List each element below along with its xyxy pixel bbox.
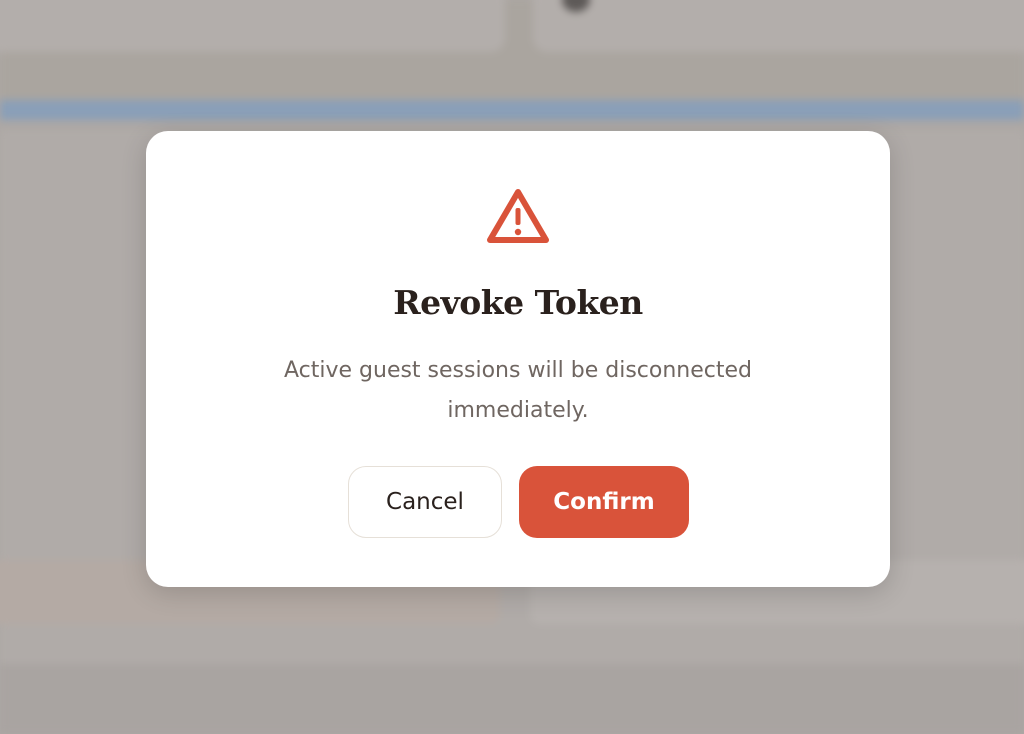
background-footer — [0, 664, 1024, 734]
background-card — [0, 0, 505, 52]
warning-icon — [487, 189, 549, 243]
cancel-button[interactable]: Cancel — [348, 466, 502, 538]
confirm-button[interactable]: Confirm — [519, 466, 689, 538]
screen: Revoke Token Active guest sessions will … — [0, 0, 1024, 734]
dialog-message: Active guest sessions will be disconnect… — [283, 358, 752, 423]
background-accent-strip — [0, 100, 1024, 120]
revoke-token-dialog: Revoke Token Active guest sessions will … — [146, 131, 890, 587]
background-card — [533, 0, 1024, 52]
dialog-title: Revoke Token — [393, 283, 643, 322]
